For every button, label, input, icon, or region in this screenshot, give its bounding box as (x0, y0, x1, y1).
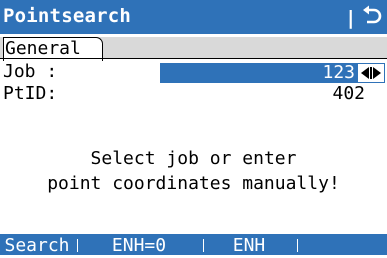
back-arrow-icon[interactable] (359, 4, 383, 28)
message-line-2: point coordinates manually! (47, 173, 340, 194)
title-bar: Pointsearch | (0, 0, 387, 34)
left-right-arrows-icon[interactable] (358, 64, 384, 82)
title-separator: | (345, 7, 357, 29)
softkey-enh-zero[interactable]: ENH=0 (78, 234, 200, 256)
window-title: Pointsearch (3, 5, 132, 27)
softkey-bar: Search ENH=0 ENH (0, 234, 387, 256)
softkey-empty-4[interactable] (298, 234, 387, 255)
ptid-label: PtID: (3, 83, 58, 104)
tab-strip: General (0, 37, 387, 61)
ptid-row: PtID: 402 (0, 83, 387, 105)
softkey-enh[interactable]: ENH (204, 234, 294, 256)
softkey-search[interactable]: Search (0, 234, 74, 256)
job-label: Job : (3, 61, 58, 82)
message-line-1: Select job or enter (90, 148, 297, 169)
ptid-value[interactable]: 402 (332, 83, 365, 105)
job-selector[interactable]: 123 (160, 62, 385, 83)
info-message: Select job or enter point coordinates ma… (0, 146, 387, 196)
job-value: 123 (322, 62, 355, 83)
job-row: Job : 123 (0, 61, 387, 83)
